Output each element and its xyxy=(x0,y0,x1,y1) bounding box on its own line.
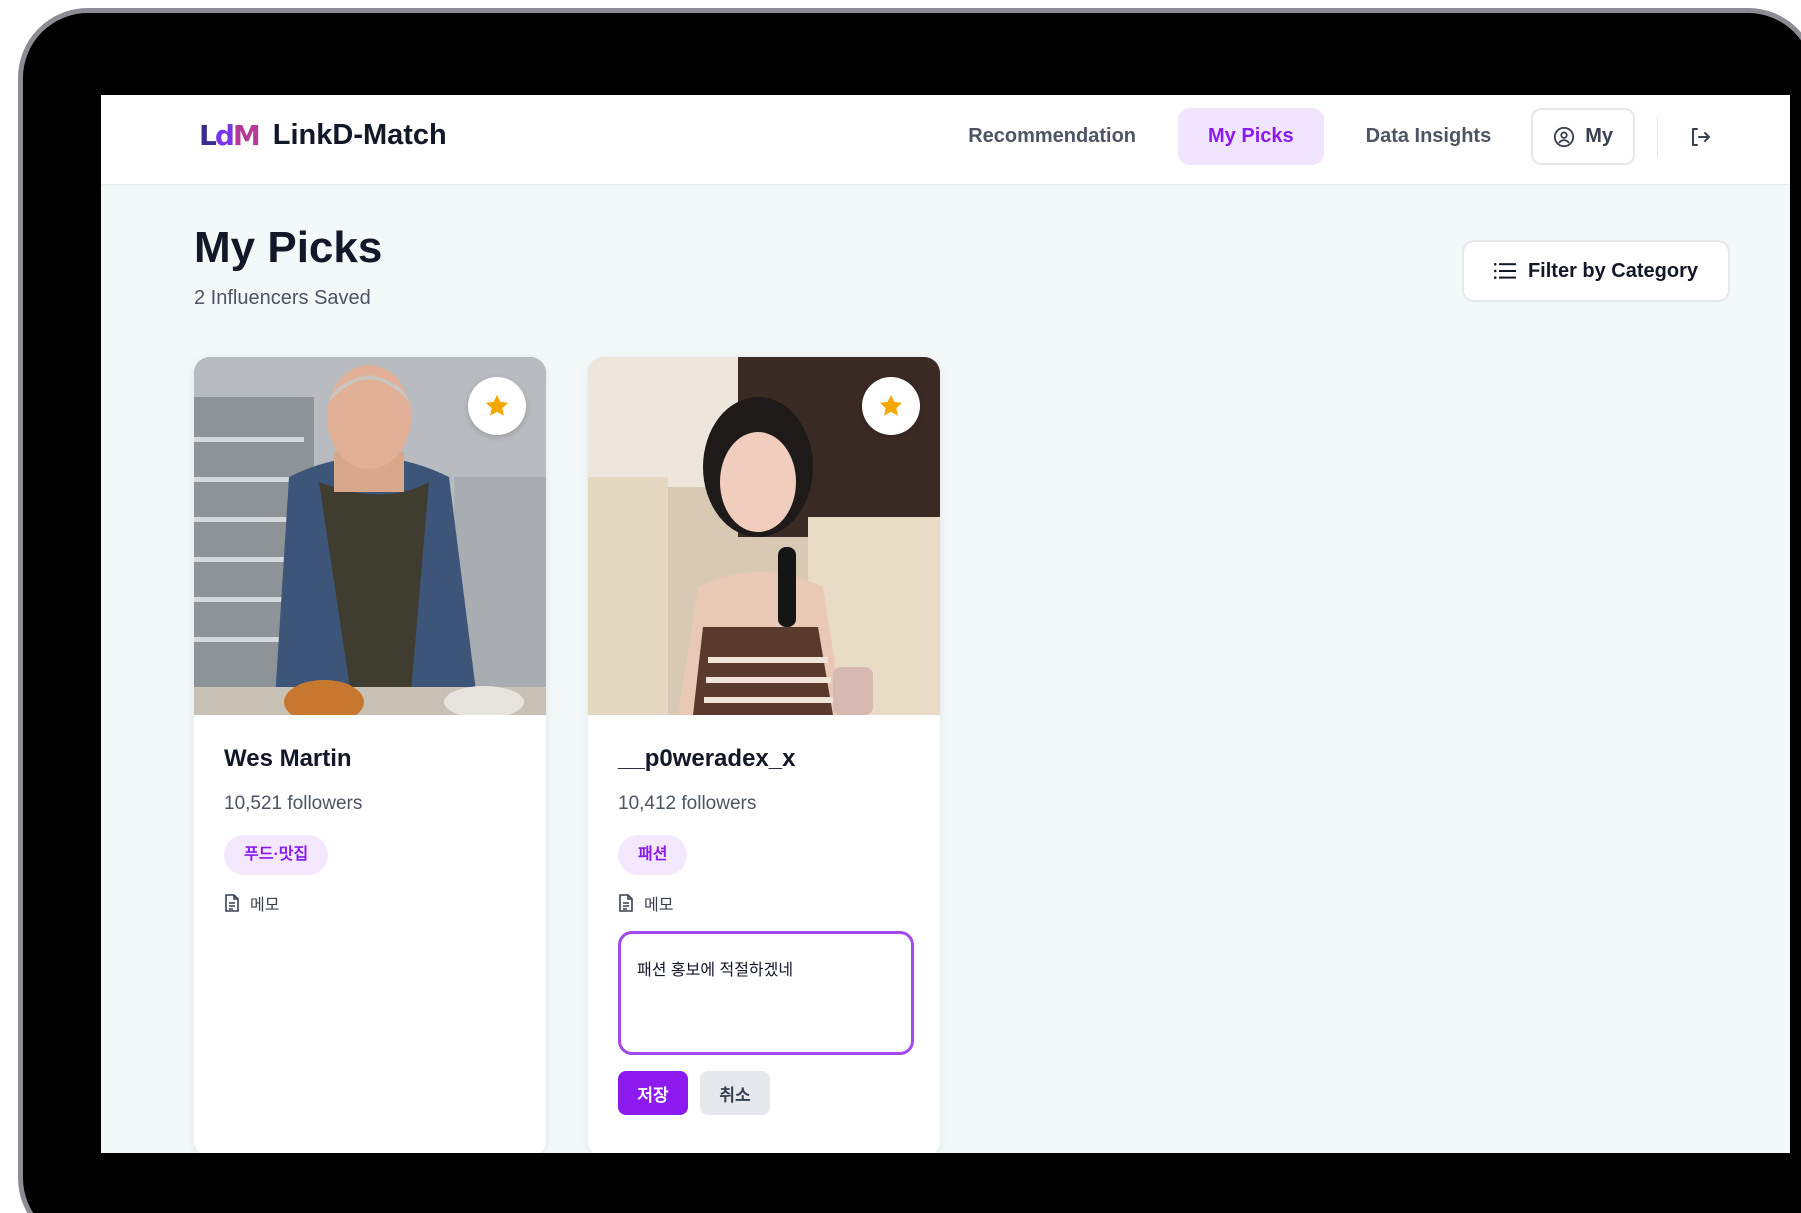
user-circle-icon xyxy=(1554,126,1575,147)
favorite-toggle[interactable] xyxy=(862,377,920,435)
device-frame: LdM LinkD-Match Recommendation My Picks … xyxy=(18,8,1801,1213)
top-navbar: LdM LinkD-Match Recommendation My Picks … xyxy=(101,95,1790,185)
logout-icon xyxy=(1692,127,1710,146)
filter-label: Filter by Category xyxy=(1527,259,1698,282)
category-tag: 패션 xyxy=(618,835,688,875)
card-body: __p0weradex_x 10,412 followers 패션 메모 패션 … xyxy=(588,715,940,1115)
favorite-toggle[interactable] xyxy=(468,377,526,435)
filter-by-category-button[interactable]: Filter by Category xyxy=(1461,240,1730,302)
document-icon xyxy=(225,894,239,912)
nav-data-insights[interactable]: Data Insights xyxy=(1336,108,1522,165)
memo-label: 메모 xyxy=(644,897,674,914)
influencer-photo xyxy=(194,357,546,715)
influencer-card[interactable]: Wes Martin 10,521 followers 푸드·맛집 메모 xyxy=(194,357,546,1153)
app-screen: LdM LinkD-Match Recommendation My Picks … xyxy=(101,95,1790,1153)
main-nav: Recommendation My Picks Data Insights My xyxy=(938,108,1790,165)
star-icon xyxy=(879,394,903,416)
nav-my-picks[interactable]: My Picks xyxy=(1178,108,1324,165)
star-icon xyxy=(485,394,509,416)
memo-toggle[interactable]: 메모 xyxy=(618,891,910,915)
logo-mark: LdM xyxy=(199,119,261,152)
follower-count: 10,412 followers xyxy=(618,793,757,814)
influencer-card[interactable]: __p0weradex_x 10,412 followers 패션 메모 패션 … xyxy=(588,357,940,1153)
card-body: Wes Martin 10,521 followers 푸드·맛집 메모 xyxy=(194,715,546,915)
memo-textarea[interactable]: 패션 홍보에 적절하겠네 xyxy=(618,931,914,1055)
influencer-name[interactable]: __p0weradex_x xyxy=(618,745,910,773)
save-memo-button[interactable]: 저장 xyxy=(618,1071,688,1115)
memo-actions: 저장 취소 xyxy=(618,1071,910,1115)
influencer-name[interactable]: Wes Martin xyxy=(224,745,516,773)
logout-button[interactable] xyxy=(1680,117,1720,157)
page-title: My Picks xyxy=(194,223,383,272)
memo-label: 메모 xyxy=(250,897,280,914)
cancel-memo-button[interactable]: 취소 xyxy=(700,1071,770,1115)
list-icon xyxy=(1493,263,1516,279)
my-account-label: My xyxy=(1585,125,1613,147)
app-logo[interactable]: LdM LinkD-Match xyxy=(199,119,447,152)
nav-recommendation[interactable]: Recommendation xyxy=(938,108,1166,165)
category-tag: 푸드·맛집 xyxy=(224,835,329,875)
my-account-button[interactable]: My xyxy=(1531,108,1635,165)
memo-toggle[interactable]: 메모 xyxy=(224,891,516,915)
saved-count: 2 Influencers Saved xyxy=(194,287,371,309)
nav-divider xyxy=(1657,116,1658,157)
app-name: LinkD-Match xyxy=(272,119,447,151)
document-icon xyxy=(619,894,633,912)
influencer-photo xyxy=(588,357,940,715)
follower-count: 10,521 followers xyxy=(224,793,363,814)
